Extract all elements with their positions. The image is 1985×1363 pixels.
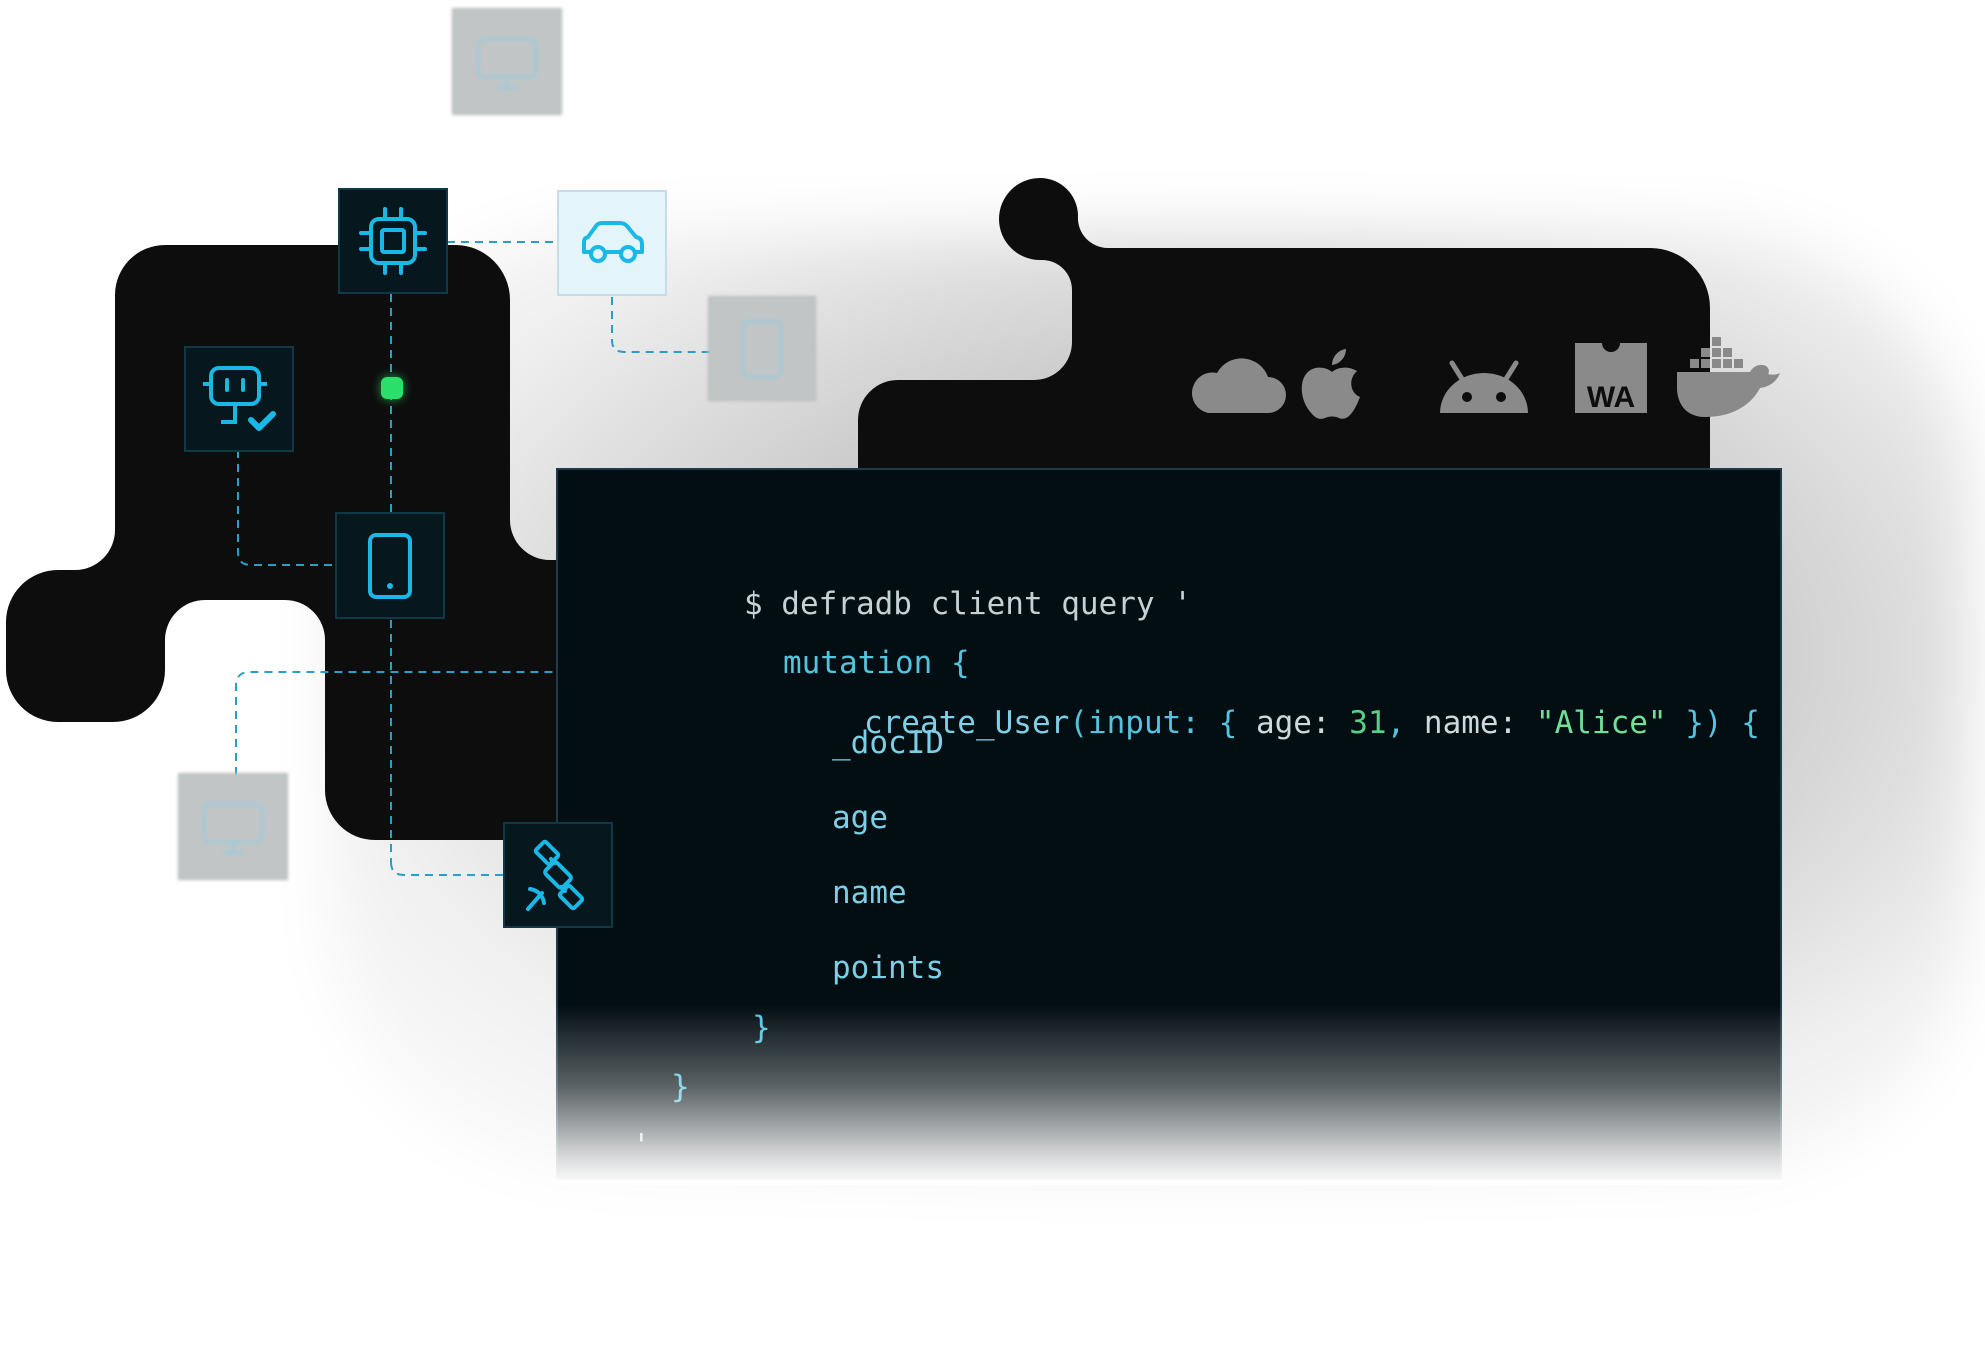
chip-icon bbox=[359, 207, 427, 275]
cloud-icon bbox=[1192, 358, 1286, 413]
apple-icon bbox=[1301, 349, 1360, 419]
code-line-close-inner: } bbox=[752, 1010, 771, 1046]
tablet-tile bbox=[335, 512, 445, 619]
code-line-field: name bbox=[832, 875, 907, 911]
tablet-icon bbox=[368, 532, 412, 599]
monitor-icon bbox=[202, 801, 264, 855]
args-close: }) { bbox=[1666, 705, 1760, 741]
robot-tile bbox=[184, 346, 294, 452]
monitor-tile-top bbox=[452, 8, 562, 115]
monitor-tile-bottom bbox=[178, 773, 288, 880]
webassembly-label: WA bbox=[1587, 381, 1635, 414]
code-line-field: age bbox=[832, 800, 888, 836]
car-tile bbox=[557, 190, 667, 296]
arg-age-key: age: bbox=[1255, 705, 1331, 741]
docker-icon bbox=[1677, 337, 1780, 417]
android-icon bbox=[1440, 360, 1528, 413]
robot-icon bbox=[203, 366, 276, 431]
args-open: (input: { bbox=[1069, 705, 1256, 741]
tablet-tile-ghost bbox=[708, 296, 816, 401]
left-panel bbox=[6, 245, 600, 840]
car-icon bbox=[582, 221, 644, 263]
satellite-icon bbox=[526, 839, 585, 911]
code-line-field: _docID bbox=[832, 725, 944, 761]
monitor-icon bbox=[476, 36, 538, 90]
code-line-close-quote: ' bbox=[632, 1128, 651, 1164]
satellite-tile bbox=[503, 822, 613, 928]
arg-age-value: 31 bbox=[1330, 705, 1387, 741]
chip-tile bbox=[338, 188, 448, 294]
terminal-window: $ defradb client query ' mutation { crea… bbox=[556, 468, 1782, 1180]
arg-separator: , bbox=[1386, 705, 1424, 741]
hero-illustration: WA $ defradb client query ' mutation { c… bbox=[0, 0, 1985, 1363]
arg-name-value: "Alice" bbox=[1517, 705, 1667, 741]
platform-icon-row: WA bbox=[1192, 337, 1780, 419]
arg-name-key: name: bbox=[1423, 705, 1518, 741]
code-line-close-outer: } bbox=[671, 1069, 690, 1105]
platform-icons: WA bbox=[1190, 335, 1790, 430]
tablet-icon bbox=[741, 318, 783, 379]
status-dot bbox=[381, 377, 403, 399]
webassembly-icon: WA bbox=[1575, 343, 1647, 414]
code-line-field: points bbox=[832, 950, 944, 986]
